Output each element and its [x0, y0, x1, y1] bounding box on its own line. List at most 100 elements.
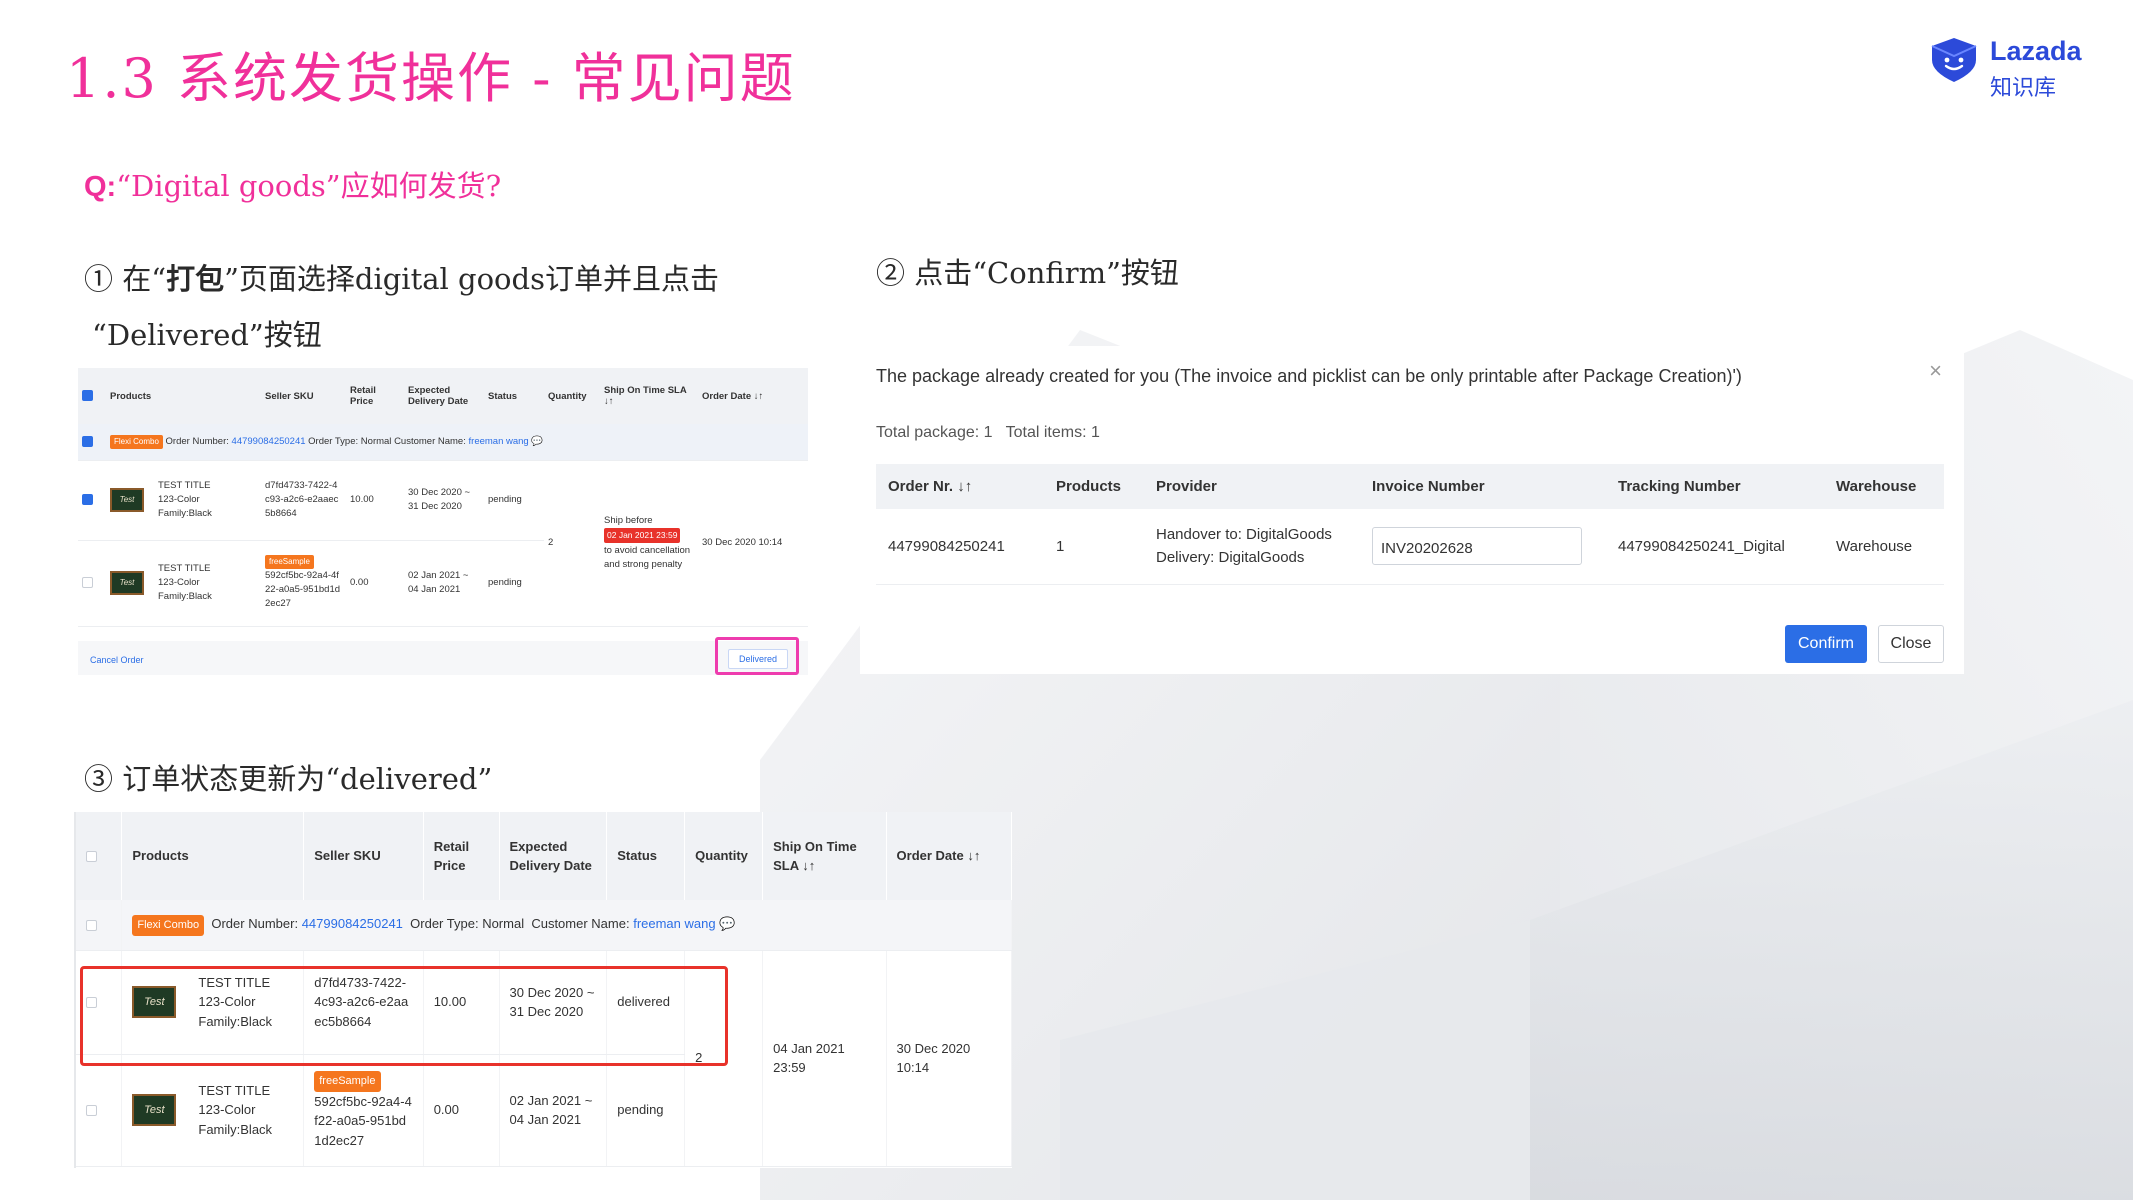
column-header: Status	[606, 812, 686, 900]
order-number-label: Order Number:	[211, 916, 299, 931]
status: pending	[484, 540, 544, 627]
row-checkbox[interactable]	[82, 493, 93, 505]
table-footer: Cancel Order Delivered	[78, 641, 808, 675]
column-header[interactable]: Order Nr. ↓↑	[876, 464, 1044, 509]
total-items-value: 1	[1090, 424, 1100, 441]
customer-name-link[interactable]: freeman wang	[633, 916, 715, 931]
column-header[interactable]: Ship On Time SLA ↓↑	[600, 368, 698, 424]
column-header: Products	[106, 368, 261, 424]
quantity: 2	[544, 460, 600, 627]
column-header: Provider	[1144, 464, 1360, 509]
column-header: Invoice Number	[1360, 464, 1606, 509]
customer-name-label: Customer Name:	[394, 435, 466, 447]
sla-deadline-badge: 02 Jan 2021 23:59	[604, 528, 681, 543]
column-header: Products	[121, 812, 305, 900]
step-2-label: 点击“Confirm”按钮	[914, 256, 1179, 290]
column-header: Expected Delivery Date	[404, 368, 484, 424]
product-thumbnail: Test	[110, 571, 144, 595]
table-header-row: Products Seller SKU Retail Price Expecte…	[76, 812, 1012, 900]
row-checkbox[interactable]	[86, 1105, 97, 1117]
order-number-label: Order Number:	[165, 435, 229, 447]
products-count: 1	[1044, 509, 1144, 585]
column-header: Quantity	[544, 368, 600, 424]
column-header[interactable]: Ship On Time SLA ↓↑	[762, 812, 887, 900]
select-all-checkbox[interactable]	[86, 851, 97, 863]
order-number-link[interactable]: 44799084250241	[302, 916, 403, 931]
ship-sla: Ship before 02 Jan 2021 23:59 to avoid c…	[600, 460, 698, 627]
order-group-row: Flexi Combo Order Number: 44799084250241…	[78, 424, 808, 461]
table-header-row: Order Nr. ↓↑ Products Provider Invoice N…	[876, 464, 1944, 509]
table-header-row: Products Seller SKU Retail Price Expecte…	[78, 368, 808, 424]
order-number-link[interactable]: 44799084250241	[232, 436, 306, 447]
order-type-value: Normal	[482, 916, 525, 931]
ship-sla: 04 Jan 2021 23:59	[762, 950, 887, 1167]
column-header: Seller SKU	[303, 812, 424, 900]
step-1-number: ①	[84, 262, 114, 296]
row-checkbox[interactable]	[82, 576, 93, 588]
chat-icon[interactable]: 💬	[531, 436, 543, 447]
customer-name-link[interactable]: freeman wang	[469, 436, 529, 447]
provider: Handover to: DigitalGoods Delivery: Digi…	[1144, 509, 1360, 585]
seller-sku: freeSample 592cf5bc-92a4-4f22-a0a5-951bd…	[303, 1054, 424, 1167]
step-1-pre: 在“	[122, 262, 167, 296]
provider-delivery: Delivery: DigitalGoods	[1156, 549, 1305, 567]
logo-name: Lazada	[1990, 36, 2082, 66]
sla-prefix: Ship before	[604, 515, 653, 526]
cancel-order-link[interactable]: Cancel Order	[90, 655, 144, 665]
packing-order-table: Products Seller SKU Retail Price Expecte…	[78, 368, 808, 627]
column-header: Retail Price	[423, 812, 500, 900]
delivered-highlight-box	[715, 637, 799, 675]
chat-icon[interactable]: 💬	[719, 916, 735, 931]
close-button[interactable]: Close	[1878, 625, 1944, 663]
column-header[interactable]: Order Date ↓↑	[698, 368, 808, 424]
product-thumbnail: Test	[132, 1094, 177, 1126]
delivery-date: 02 Jan 2021 ~ 04 Jan 2021	[499, 1054, 608, 1167]
question-text: “Digital goods”应如何发货?	[116, 169, 502, 203]
product-name: TEST TITLE 123-Color Family:Black	[198, 1082, 273, 1137]
step-1-bold: 打包	[166, 262, 225, 296]
order-type-value: Normal	[360, 435, 392, 447]
product-name: TEST TITLE 123-Color Family:Black	[158, 562, 212, 603]
customer-name-label: Customer Name:	[531, 916, 630, 931]
retail-price: 10.00	[346, 460, 404, 541]
seller-sku-value: 592cf5bc-92a4-4f22-a0a5-951bd1d2ec27	[314, 1093, 412, 1148]
column-header: Warehouse	[1824, 464, 1944, 509]
retail-price: 0.00	[423, 1054, 500, 1167]
step-2-number: ②	[876, 256, 906, 290]
order-group-checkbox[interactable]	[82, 435, 93, 447]
step-3-label: 订单状态更新为“delivered”	[122, 762, 493, 796]
logo-subtitle: 知识库	[1990, 75, 2057, 100]
lazada-logo: Lazada 知识库	[1928, 36, 2118, 102]
provider-handover: Handover to: DigitalGoods	[1156, 526, 1332, 543]
close-icon[interactable]: ×	[1929, 358, 1942, 384]
column-header[interactable]: Order Date ↓↑	[886, 812, 1012, 900]
seller-sku-value: 592cf5bc-92a4-4f22-a0a5-951bd1d2ec27	[265, 569, 341, 610]
table-row: 44799084250241 1 Handover to: DigitalGoo…	[876, 509, 1944, 585]
warehouse: Warehouse	[1824, 509, 1944, 585]
invoice-number-input[interactable]: INV20202628	[1372, 527, 1582, 566]
step-1-post: ”页面选择digital goods订单并且点击	[224, 262, 719, 296]
column-header: Products	[1044, 464, 1144, 509]
column-header: Seller SKU	[261, 368, 346, 424]
order-date: 30 Dec 2020 10:14	[886, 950, 1012, 1167]
order-group-checkbox[interactable]	[86, 920, 97, 932]
order-date: 30 Dec 2020 10:14	[698, 460, 808, 627]
free-sample-tag: freeSample	[314, 1071, 381, 1092]
package-confirm-dialog: The package already created for you (The…	[860, 346, 1964, 674]
order-group-row: Flexi Combo Order Number: 44799084250241…	[76, 900, 1012, 951]
confirm-button[interactable]: Confirm	[1785, 625, 1867, 663]
flexi-combo-tag: Flexi Combo	[132, 915, 205, 936]
column-header: Tracking Number	[1606, 464, 1824, 509]
status: pending	[606, 1054, 686, 1167]
order-type-label: Order Type:	[410, 916, 479, 931]
seller-sku: d7fd4733-7422-4c93-a2c6-e2aaec5b8664	[261, 460, 346, 541]
step-3-text: ③ 订单状态更新为“delivered”	[84, 756, 492, 798]
total-package-label: Total package:	[876, 424, 980, 441]
order-type-label: Order Type:	[308, 435, 359, 447]
step-3-number: ③	[84, 762, 114, 796]
select-all-checkbox[interactable]	[82, 390, 93, 402]
total-package-value: 1	[983, 424, 993, 441]
column-header: Status	[484, 368, 544, 424]
package-table: Order Nr. ↓↑ Products Provider Invoice N…	[876, 464, 1944, 585]
product-thumbnail: Test	[110, 488, 144, 512]
